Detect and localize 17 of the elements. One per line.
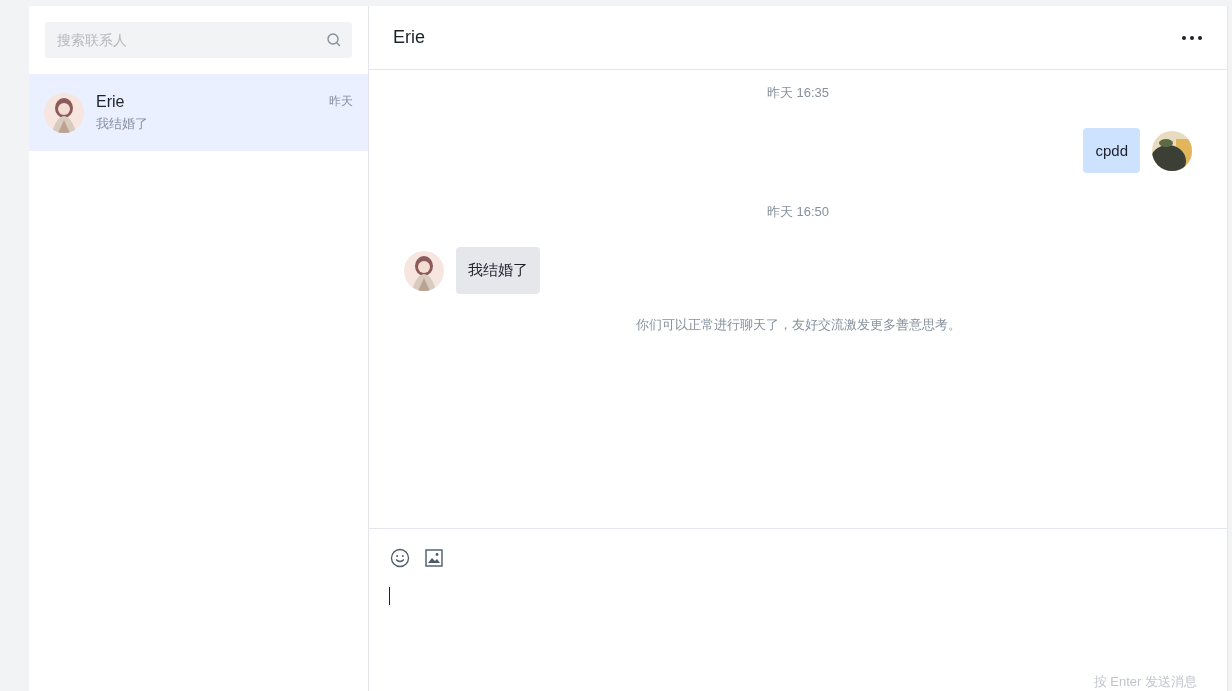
timestamp: 昨天 16:50 (766, 203, 830, 221)
message-bubble: 我结婚了 (456, 247, 540, 294)
search-icon (326, 32, 342, 48)
contact-time: 昨天 (329, 93, 353, 110)
timestamp: 昨天 16:35 (766, 84, 830, 102)
emoji-icon[interactable] (389, 547, 411, 569)
more-icon[interactable] (1181, 34, 1203, 41)
image-icon[interactable] (423, 547, 445, 569)
contact-name: Erie (96, 92, 125, 111)
system-notice: 你们可以正常进行聊天了，友好交流激发更多善意思考。 (635, 316, 961, 334)
send-hint: 按 Enter 发送消息 (1093, 673, 1197, 691)
contact-item[interactable]: Erie 昨天 我结婚了 (29, 74, 368, 151)
chat-title: Erie (393, 27, 425, 48)
search-field[interactable]: 搜索联系人 (45, 22, 352, 58)
text-cursor (389, 587, 390, 605)
message-preview: 我结婚了 (96, 114, 148, 133)
message-bubble: cpdd (1083, 128, 1140, 173)
